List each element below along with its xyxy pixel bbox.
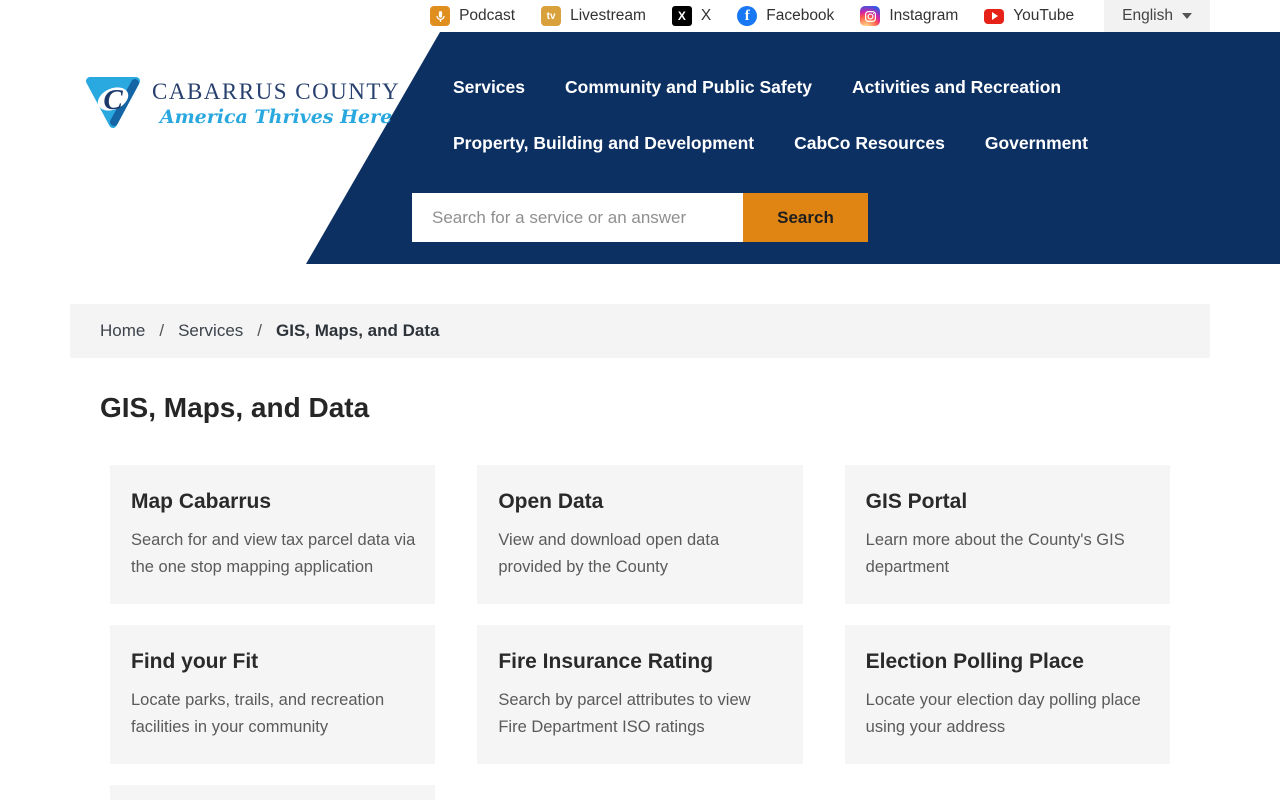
svg-text:C: C <box>103 84 123 116</box>
topbar-label: Instagram <box>889 7 959 24</box>
card-description: Search by parcel attributes to view Fire… <box>498 691 751 736</box>
instagram-icon <box>860 6 881 26</box>
card-description: Learn more about the County's GIS depart… <box>865 531 1125 576</box>
topbar-link-x[interactable]: X X <box>671 6 712 26</box>
social-bar: Podcast tv Livestream X X f Facebook Ins… <box>0 0 1280 32</box>
nav-item-cabco-resources[interactable]: CabCo Resources <box>794 133 945 154</box>
nav-item-community-public-safety[interactable]: Community and Public Safety <box>565 77 812 98</box>
topbar-link-youtube[interactable]: YouTube <box>984 6 1074 26</box>
page-title: GIS, Maps, and Data <box>100 392 370 423</box>
topbar-label: X <box>700 7 712 24</box>
podcast-icon <box>430 6 451 26</box>
card-description: Locate parks, trails, and recreation fac… <box>131 691 385 736</box>
nav-item-services[interactable]: Services <box>453 77 525 98</box>
card-fire-insurance-rating[interactable]: Fire Insurance Rating Search by parcel a… <box>477 625 803 764</box>
topbar-link-livestream[interactable]: tv Livestream <box>541 6 646 26</box>
search-button[interactable]: Search <box>743 193 868 242</box>
card-title: Find your Fit <box>131 650 259 673</box>
card-description: View and download open data provided by … <box>498 531 720 576</box>
breadcrumb-services[interactable]: Services <box>178 321 243 341</box>
card-description: Locate your election day polling place u… <box>865 691 1141 736</box>
topbar-label: YouTube <box>1013 7 1075 24</box>
site-header: C CABARRUS COUNTY America Thrives Here S… <box>0 32 1280 264</box>
card-partial[interactable] <box>110 785 436 800</box>
card-title: Open Data <box>498 490 604 513</box>
logo-title: CABARRUS COUNTY <box>152 78 401 104</box>
x-icon: X <box>671 6 692 26</box>
card-title: GIS Portal <box>865 490 968 513</box>
livestream-icon: tv <box>541 6 562 26</box>
card-title: Fire Insurance Rating <box>498 650 714 673</box>
breadcrumb-separator: / <box>159 321 165 340</box>
language-selector[interactable]: English <box>1104 0 1210 32</box>
topbar-label: Facebook <box>766 7 835 24</box>
language-label: English <box>1122 7 1173 24</box>
card-gis-portal[interactable]: GIS Portal Learn more about the County's… <box>844 465 1170 604</box>
breadcrumb-separator: / <box>257 321 263 340</box>
nav-item-government[interactable]: Government <box>985 133 1088 154</box>
facebook-icon: f <box>737 6 758 26</box>
service-card-grid: Map Cabarrus Search for and view tax par… <box>110 465 1170 800</box>
card-election-polling-place[interactable]: Election Polling Place Locate your elect… <box>844 625 1170 764</box>
breadcrumb-home[interactable]: Home <box>100 321 145 341</box>
logo-tagline: America Thrives Here <box>159 105 393 128</box>
topbar-link-facebook[interactable]: f Facebook <box>737 6 834 26</box>
site-logo[interactable]: C CABARRUS COUNTY America Thrives Here <box>84 74 400 132</box>
card-open-data[interactable]: Open Data View and download open data pr… <box>477 465 803 604</box>
card-title: Map Cabarrus <box>131 490 272 513</box>
breadcrumb-current: GIS, Maps, and Data <box>276 321 440 340</box>
card-map-cabarrus[interactable]: Map Cabarrus Search for and view tax par… <box>110 465 436 604</box>
search-input[interactable] <box>412 193 743 242</box>
card-title: Election Polling Place <box>865 650 1084 673</box>
topbar-label: Podcast <box>459 7 516 24</box>
card-description: Search for and view tax parcel data via … <box>131 531 416 576</box>
chevron-down-icon <box>1182 13 1192 24</box>
breadcrumb: Home / Services / GIS, Maps, and Data <box>70 304 1210 358</box>
card-find-your-fit[interactable]: Find your Fit Locate parks, trails, and … <box>110 625 436 764</box>
site-search: Search <box>412 193 868 242</box>
logo-triangle-icon: C <box>86 77 140 128</box>
nav-item-activities-recreation[interactable]: Activities and Recreation <box>852 77 1061 98</box>
topbar-link-podcast[interactable]: Podcast <box>430 6 515 26</box>
topbar-label: Livestream <box>570 7 646 24</box>
topbar-link-instagram[interactable]: Instagram <box>860 6 958 26</box>
youtube-icon <box>984 6 1005 26</box>
main-navigation: Services Community and Public Safety Act… <box>453 77 1088 154</box>
nav-item-property-building-development[interactable]: Property, Building and Development <box>453 133 754 154</box>
